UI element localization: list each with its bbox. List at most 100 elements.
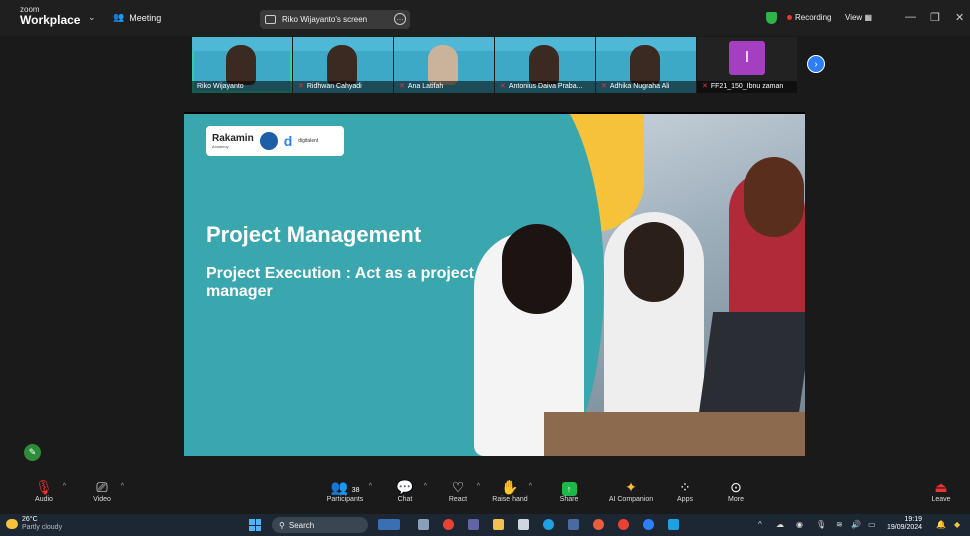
- battery-icon[interactable]: ▭: [868, 520, 876, 529]
- chevron-up-icon[interactable]: ^: [529, 483, 532, 490]
- slide-subtitle: Project Execution : Act as a project man…: [206, 265, 474, 300]
- participant-name: Antonius Daiva Praba...: [508, 83, 583, 90]
- chevron-up-icon[interactable]: ^: [369, 483, 372, 490]
- annotate-pencil-icon[interactable]: ✎: [24, 444, 41, 461]
- more-label: More: [728, 496, 744, 503]
- slide-person-hair: [624, 222, 684, 302]
- participant-name-bar: ✕ Adhika Nugraha Ali: [596, 81, 696, 93]
- chat-button[interactable]: 💬 ^ Chat: [375, 478, 435, 503]
- more-options-icon[interactable]: …: [394, 13, 406, 25]
- chevron-up-icon[interactable]: ^: [424, 483, 427, 490]
- view-button[interactable]: View ▦: [845, 13, 872, 22]
- close-icon[interactable]: ✕: [955, 11, 964, 24]
- screen-share-pill[interactable]: Riko Wijayanto's screen …: [260, 10, 410, 29]
- recording-indicator[interactable]: Recording: [787, 13, 831, 22]
- restore-icon[interactable]: ❐: [930, 11, 940, 24]
- meeting-toolbar: 🎙 ^ Audio ⎚ ^ Video 👥 38 ^ Participants …: [0, 474, 970, 512]
- participant-tile[interactable]: ✕ Ridhwan Cahyadi: [293, 37, 393, 93]
- edge-icon[interactable]: [543, 519, 554, 530]
- taskbar-app-icon[interactable]: [668, 519, 679, 530]
- slide-title: Project Management: [206, 222, 422, 247]
- participants-label: Participants: [326, 496, 364, 503]
- slide-top-border: [184, 112, 805, 114]
- participant-video: [428, 45, 458, 85]
- app-name: Workplace: [20, 13, 81, 27]
- taskbar-app-icon[interactable]: [378, 519, 400, 530]
- title-bar: zoom Workplace ⌄ 👥 Meeting Riko Wijayant…: [0, 0, 970, 36]
- participant-tile[interactable]: ✕ Antonius Daiva Praba...: [495, 37, 595, 93]
- participant-tile[interactable]: Riko Wijayanto: [192, 37, 292, 93]
- raise-hand-button[interactable]: ✋ ^ Raise hand: [480, 478, 540, 503]
- muted-mic-icon: ✕: [399, 83, 405, 90]
- taskbar-app-icon[interactable]: [593, 519, 604, 530]
- participant-tile[interactable]: I ✕ FF21_150_Ibnu zaman: [697, 37, 797, 93]
- more-button[interactable]: ⊙ More: [706, 478, 766, 503]
- participant-name-bar: Riko Wijayanto: [192, 81, 292, 93]
- chat-label: Chat: [397, 496, 413, 503]
- mic-icon[interactable]: 🎙: [816, 520, 826, 529]
- participants-button[interactable]: 👥 38 ^ Participants: [310, 478, 380, 503]
- video-label: Video: [93, 496, 111, 503]
- audio-button[interactable]: 🎙 ^ Audio: [14, 478, 74, 503]
- notification-bell-icon[interactable]: 🔔: [936, 520, 946, 529]
- meeting-label: Meeting: [129, 12, 162, 23]
- participant-video: [630, 45, 660, 85]
- video-button[interactable]: ⎚ ^ Video: [72, 478, 132, 503]
- participant-tile[interactable]: ✕ Adhika Nugraha Ali: [596, 37, 696, 93]
- chevron-up-icon[interactable]: ^: [63, 483, 66, 490]
- recording-dot-icon: [787, 15, 792, 20]
- rakamin-logo-sub: Academy: [212, 144, 229, 149]
- taskbar-app-icon[interactable]: [518, 519, 529, 530]
- muted-mic-icon: ✕: [500, 83, 506, 90]
- chevron-up-icon[interactable]: ^: [758, 520, 762, 529]
- screen-share-label: Riko Wijayanto's screen: [282, 15, 368, 24]
- participant-strip: Riko Wijayanto ✕ Ridhwan Cahyadi ✕ Ana Lat…: [192, 37, 798, 93]
- muted-mic-icon: ✕: [601, 83, 607, 90]
- leave-icon: ⏏: [934, 479, 948, 495]
- participants-count: 38: [351, 487, 360, 494]
- copilot-icon[interactable]: ◆: [954, 520, 960, 529]
- react-button[interactable]: ♡ ^ React: [428, 478, 488, 503]
- chevron-up-icon[interactable]: ^: [121, 483, 124, 490]
- clock-date: 19/09/2024: [887, 524, 923, 532]
- participant-name-bar: ✕ Ana Latifah: [394, 81, 494, 93]
- participant-tile[interactable]: ✕ Ana Latifah: [394, 37, 494, 93]
- app-logo: zoom Workplace: [20, 6, 81, 27]
- wifi-icon[interactable]: ≋: [836, 520, 843, 529]
- leave-button[interactable]: ⏏ Leave: [916, 478, 966, 503]
- security-shield-icon[interactable]: [766, 12, 777, 24]
- digitalent-logo-text: digitalent: [298, 138, 319, 144]
- taskbar-search[interactable]: ⚲ Search: [272, 517, 368, 533]
- participant-name: Ana Latifah: [407, 83, 444, 90]
- file-explorer-icon[interactable]: [493, 519, 504, 530]
- shared-screen-slide: Rakamin Academy d digitalent Project Mana…: [184, 112, 805, 456]
- taskbar-app-icon[interactable]: [568, 519, 579, 530]
- rakamin-logo: Rakamin Academy: [212, 133, 254, 149]
- slide-person-hair: [502, 224, 572, 314]
- tray-app-icon[interactable]: ◉: [796, 520, 803, 529]
- share-button[interactable]: ↑ Share: [539, 478, 599, 503]
- taskbar-app-icon[interactable]: [418, 519, 429, 530]
- zoom-icon[interactable]: [643, 519, 654, 530]
- weather-widget[interactable]: 26°C Partly cloudy: [6, 516, 63, 531]
- volume-icon[interactable]: 🔊: [851, 520, 861, 529]
- leave-label: Leave: [931, 496, 951, 503]
- next-page-button[interactable]: ›: [807, 55, 825, 73]
- minimize-icon[interactable]: —: [905, 11, 916, 23]
- chrome-icon[interactable]: [618, 519, 629, 530]
- windows-start-icon[interactable]: [249, 519, 261, 531]
- participant-name: Riko Wijayanto: [197, 83, 244, 90]
- recording-label: Recording: [795, 13, 832, 22]
- raise-hand-label: Raise hand: [492, 496, 528, 503]
- teams-icon[interactable]: [468, 519, 479, 530]
- chrome-icon[interactable]: [443, 519, 454, 530]
- system-clock[interactable]: 19:19 19/09/2024: [887, 516, 922, 532]
- chevron-down-icon[interactable]: ⌄: [88, 12, 96, 23]
- cloud-icon[interactable]: ☁: [776, 520, 784, 529]
- participant-video: [529, 45, 559, 85]
- zoom-window: zoom Workplace ⌄ 👥 Meeting Riko Wijayant…: [0, 0, 970, 536]
- weather-condition: Partly cloudy: [22, 523, 63, 531]
- view-grid-icon: ▦: [864, 13, 872, 22]
- meeting-info-button[interactable]: 👥 Meeting: [113, 12, 161, 23]
- weather-cloud-sun-icon: [6, 519, 18, 529]
